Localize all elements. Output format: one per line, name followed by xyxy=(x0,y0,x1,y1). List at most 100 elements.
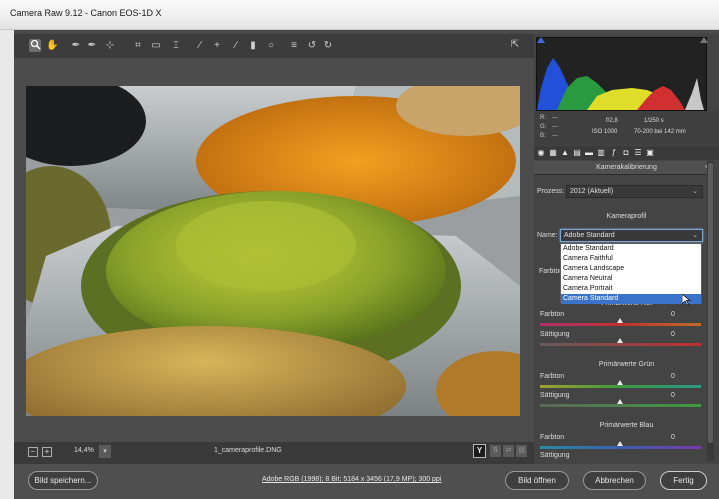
window-title-bar: Camera Raw 9.12 - Canon EOS-1D X xyxy=(0,0,719,30)
dropdown-option[interactable]: Camera Portrait xyxy=(561,284,701,294)
panel-scrollbar-thumb[interactable] xyxy=(708,163,713,443)
aperture: f/2,8 xyxy=(606,118,618,124)
file-name: 1_cameraprofile.DNG xyxy=(214,447,282,454)
dropdown-option[interactable]: Adobe Standard xyxy=(561,244,701,254)
dropdown-option[interactable]: Camera Landscape xyxy=(561,264,701,274)
targeted-adjustment-icon[interactable]: ⊹ xyxy=(104,39,116,52)
blue-hue-label: Farbton xyxy=(540,434,565,441)
split-toning-tab-icon[interactable]: ▬ xyxy=(584,148,594,158)
r-label: R: xyxy=(540,115,546,121)
toolbar: ✋ ✒ ✒ ⊹ ⌗ ▭ ⌶ ⁄ + ∕ ▮ ○ ≡ ↺ ↻ xyxy=(14,34,534,58)
histogram xyxy=(536,37,707,111)
preferences-icon[interactable]: ≡ xyxy=(288,39,300,52)
dropdown-option[interactable]: Camera Faithful xyxy=(561,254,701,264)
green-sat-slider[interactable] xyxy=(540,404,701,407)
fx-tab-icon[interactable]: ƒ xyxy=(609,148,619,158)
blue-hue-value[interactable]: 0 xyxy=(671,434,675,441)
green-hue-value[interactable]: 0 xyxy=(671,373,675,380)
r-value: --- xyxy=(552,115,558,121)
snapshots-tab-icon[interactable]: ▣ xyxy=(645,148,655,158)
info-readout: R: --- G: --- B: --- f/2,8 1/250 s ISO 1… xyxy=(534,111,719,145)
radial-filter-icon[interactable]: ○ xyxy=(265,39,277,52)
mouse-cursor-icon xyxy=(681,293,692,306)
profile-section-title: Kameraprofil xyxy=(606,213,647,220)
dropdown-option[interactable]: Camera Neutral xyxy=(561,274,701,284)
panel-tabs: ◉ ▦ ▲ ▤ ▬ ▥ ƒ ◘ ☰ ▣ xyxy=(534,146,719,160)
green-sat-label: Sättigung xyxy=(540,392,570,399)
lens-tab-icon[interactable]: ▥ xyxy=(596,148,606,158)
section-title: Kamerakalibrierung xyxy=(596,164,657,171)
green-hue-thumb[interactable] xyxy=(617,380,623,385)
process-label: Prozess: xyxy=(537,188,565,195)
shutter-speed: 1/250 s xyxy=(644,118,664,124)
zoom-dropdown[interactable]: ▾ xyxy=(99,445,111,458)
spice-photo xyxy=(26,86,520,416)
image-status-bar: − + 14,4% ▾ 1_cameraprofile.DNG Y ⇅ ⇄ ▤ xyxy=(14,442,534,464)
blue-primary-title: Primärwerte Blau xyxy=(599,422,654,429)
save-image-button[interactable]: Bild speichern... xyxy=(28,471,98,490)
profile-dropdown-list: Adobe Standard Camera Faithful Camera La… xyxy=(560,243,702,304)
cancel-button[interactable]: Abbrechen xyxy=(583,471,646,490)
done-button[interactable]: Fertig xyxy=(660,471,707,490)
copy-settings-icon[interactable]: ⇄ xyxy=(503,445,514,457)
blue-hue-thumb[interactable] xyxy=(617,441,623,446)
red-sat-slider[interactable] xyxy=(540,343,701,346)
green-primary-title: Primärwerte Grün xyxy=(598,361,655,368)
detail-tab-icon[interactable]: ▲ xyxy=(560,148,570,158)
crop-icon[interactable]: ⌗ xyxy=(132,39,144,52)
camera-calibration-tab-icon[interactable]: ◘ xyxy=(621,148,631,158)
workflow-options-link[interactable]: Adobe RGB (1998); 8 Bit; 5184 x 3456 (17… xyxy=(262,476,441,483)
rotate-cw-icon[interactable]: ↻ xyxy=(322,39,334,52)
shadow-clipping-icon[interactable] xyxy=(537,37,545,43)
tone-curve-tab-icon[interactable]: ▦ xyxy=(548,148,558,158)
red-sat-value[interactable]: 0 xyxy=(671,331,675,338)
hand-icon[interactable]: ✋ xyxy=(46,39,58,52)
color-sampler-icon[interactable]: ✒ xyxy=(86,39,98,52)
green-hue-slider[interactable] xyxy=(540,385,701,388)
fullscreen-icon[interactable]: ⇱ xyxy=(508,39,522,53)
red-eye-icon[interactable]: + xyxy=(211,39,223,52)
before-after-toggle[interactable]: Y xyxy=(473,444,486,458)
rotate-ccw-icon[interactable]: ↺ xyxy=(306,39,318,52)
window-title: Camera Raw 9.12 - Canon EOS-1D X xyxy=(10,8,162,18)
swap-view-icon[interactable]: ⇅ xyxy=(490,445,501,457)
graduated-filter-icon[interactable]: ▮ xyxy=(247,39,259,52)
name-label: Name: xyxy=(537,232,558,239)
transform-icon[interactable]: ⌶ xyxy=(170,39,182,52)
blue-sat-label: Sättigung xyxy=(540,452,570,459)
presets-tab-icon[interactable]: ☰ xyxy=(633,148,643,158)
toggle-settings-icon[interactable]: ▤ xyxy=(516,445,527,457)
process-value: 2012 (Aktuell) xyxy=(570,188,614,195)
green-sat-thumb[interactable] xyxy=(617,399,623,404)
blue-hue-slider[interactable] xyxy=(540,446,701,449)
zoom-out-button[interactable]: − xyxy=(28,447,38,457)
straighten-icon[interactable]: ▭ xyxy=(150,39,162,52)
preview-image[interactable] xyxy=(26,86,520,416)
green-sat-value[interactable]: 0 xyxy=(671,392,675,399)
red-hue-slider[interactable] xyxy=(540,323,701,326)
red-sat-thumb[interactable] xyxy=(617,338,623,343)
red-hue-thumb[interactable] xyxy=(617,318,623,323)
iso: ISO 1000 xyxy=(592,129,618,135)
profile-select[interactable]: Adobe Standard ⌄ xyxy=(560,229,703,242)
adjustment-brush-icon[interactable]: ∕ xyxy=(230,39,242,52)
basic-tab-icon[interactable]: ◉ xyxy=(536,148,546,158)
histogram-graph xyxy=(537,58,704,110)
profile-value: Adobe Standard xyxy=(564,232,615,239)
red-sat-label: Sättigung xyxy=(540,331,570,338)
zoom-level: 14,4% xyxy=(74,447,94,454)
green-hue-label: Farbton xyxy=(540,373,565,380)
white-balance-icon[interactable]: ✒ xyxy=(70,39,82,52)
zoom-icon[interactable] xyxy=(29,39,41,52)
open-image-button[interactable]: Bild öffnen xyxy=(505,471,569,490)
red-hue-value[interactable]: 0 xyxy=(671,311,675,318)
dropdown-option-selected[interactable]: Camera Standard xyxy=(561,294,701,304)
g-label: G: xyxy=(540,124,547,130)
zoom-in-button[interactable]: + xyxy=(42,447,52,457)
chevron-down-icon: ⌄ xyxy=(692,188,698,195)
highlight-clipping-icon[interactable] xyxy=(700,37,708,43)
hsl-tab-icon[interactable]: ▤ xyxy=(572,148,582,158)
spot-removal-icon[interactable]: ⁄ xyxy=(194,39,206,52)
b-value: --- xyxy=(552,133,558,139)
process-select[interactable]: 2012 (Aktuell) ⌄ xyxy=(566,185,703,198)
